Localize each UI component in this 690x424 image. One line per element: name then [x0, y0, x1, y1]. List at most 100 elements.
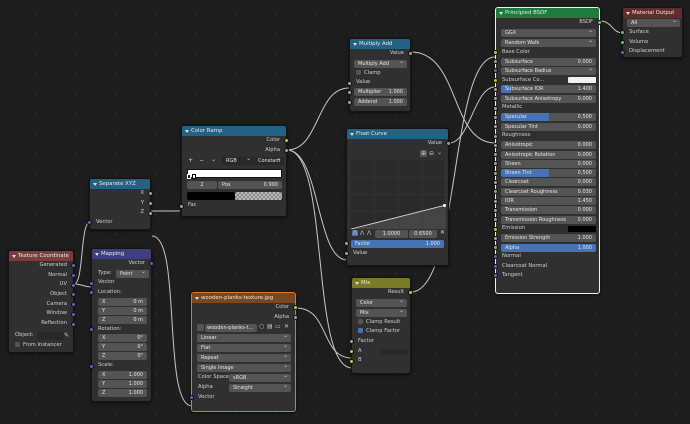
clamp-row[interactable]: Clamp: [350, 69, 410, 79]
input-field[interactable]: Sheen 0.000: [501, 159, 596, 168]
material-output-node[interactable]: Material Output All Surface Volume Displ…: [620, 7, 683, 58]
input-field[interactable]: Specular Tint 0.000: [501, 122, 596, 131]
socket[interactable]: [347, 90, 352, 96]
socket[interactable]: [493, 170, 498, 176]
new-image-icon[interactable]: ▤: [267, 323, 273, 330]
socket[interactable]: [493, 189, 498, 195]
from-instancer-checkbox[interactable]: [15, 341, 20, 347]
socket[interactable]: [87, 220, 92, 226]
source-dropdown[interactable]: Single Image: [197, 364, 291, 373]
socket[interactable]: [148, 191, 153, 197]
socket[interactable]: [493, 273, 498, 278]
socket[interactable]: [89, 290, 94, 296]
socket[interactable]: [149, 261, 154, 267]
socket[interactable]: [620, 49, 625, 55]
input-field[interactable]: Transmission 0.000: [501, 206, 596, 215]
operation-dropdown[interactable]: Multiply Add: [354, 59, 407, 68]
input-field[interactable]: Clearcoat Roughness 0.030: [501, 187, 596, 196]
socket[interactable]: [344, 251, 349, 257]
socket[interactable]: [493, 142, 498, 148]
socket[interactable]: [493, 49, 498, 55]
stop-pos-field[interactable]: Pos 0.900: [218, 181, 282, 190]
socket[interactable]: [347, 80, 352, 86]
socket[interactable]: [493, 152, 498, 158]
stop-color-swatch[interactable]: [187, 192, 235, 201]
rotation-x[interactable]: X 0°: [98, 334, 147, 343]
socket[interactable]: [349, 358, 354, 364]
delete-point-icon[interactable]: ✕: [440, 229, 445, 236]
socket[interactable]: [493, 124, 498, 130]
input-field[interactable]: Transmission Roughness 0.000: [501, 215, 596, 224]
float-curve-node[interactable]: Float Curve Value ⊕ ⊖ ⌄ ⋀ ⋀ ⋀ 1.0000 0.6…: [344, 128, 451, 266]
fake-user-icon[interactable]: ○: [259, 323, 264, 330]
socket[interactable]: [344, 240, 349, 246]
clamp-checkbox[interactable]: [356, 69, 361, 75]
socket[interactable]: [493, 226, 498, 232]
a-color-swatch[interactable]: [380, 348, 407, 355]
remove-stop-button[interactable]: −: [199, 157, 204, 164]
point-y-field[interactable]: 0.6500: [409, 229, 437, 238]
vector-handle-icon[interactable]: ⋀: [352, 229, 359, 236]
socket[interactable]: [148, 201, 153, 207]
input-field[interactable]: Emission Strength 1.000: [501, 234, 596, 243]
socket[interactable]: [493, 59, 498, 65]
input-field[interactable]: Specular 0.500: [501, 113, 596, 122]
open-image-icon[interactable]: ▭: [275, 323, 281, 330]
socket[interactable]: [620, 40, 625, 46]
socket[interactable]: [408, 51, 413, 57]
input-field[interactable]: Sheen Tint 0.500: [501, 169, 596, 178]
clamp-factor-checkbox[interactable]: [358, 328, 363, 334]
location-z[interactable]: Z0 m: [98, 315, 147, 324]
input-field[interactable]: Alpha 1.000: [501, 243, 596, 252]
input-field[interactable]: Subsurface Anisotropy 0.000: [501, 94, 596, 103]
separate-xyz-node[interactable]: Separate XYZ X Y Z Vector: [87, 178, 153, 230]
image-name-field[interactable]: wooden-planks-t...: [205, 324, 257, 333]
socket[interactable]: [620, 30, 625, 36]
factor-field[interactable]: Factor 1.000: [351, 239, 444, 248]
subsurface-method-dropdown[interactable]: Random Walk: [501, 38, 596, 47]
type-dropdown[interactable]: Point: [116, 269, 149, 278]
zoom-out-icon[interactable]: ⊖: [429, 150, 434, 157]
input-field[interactable]: Subsurface 0.000: [501, 57, 596, 66]
clamp-result-checkbox[interactable]: [358, 318, 363, 324]
point-x-field[interactable]: 1.0000: [375, 229, 408, 238]
socket[interactable]: [89, 280, 94, 286]
clamp-result-row[interactable]: Clamp Result: [352, 318, 410, 328]
curve-menu-icon[interactable]: ⌄: [437, 149, 442, 156]
from-instancer-row[interactable]: From Instancer: [9, 341, 73, 351]
multiply-add-node[interactable]: Multiply Add Value Multiply Add Clamp Va…: [347, 38, 413, 112]
socket[interactable]: [493, 245, 498, 251]
input-dropdown[interactable]: Subsurface Radius: [501, 66, 596, 75]
stop-index-field[interactable]: 2: [187, 181, 217, 190]
distribution-dropdown[interactable]: GGX: [501, 28, 596, 37]
stop-alpha-swatch[interactable]: [235, 192, 282, 201]
socket[interactable]: [408, 290, 413, 296]
eyedropper-icon[interactable]: ✎: [64, 331, 69, 341]
location-y[interactable]: Y0 m: [98, 306, 147, 315]
node-title[interactable]: Texture Coordinate: [9, 251, 73, 261]
socket[interactable]: [493, 263, 498, 269]
socket[interactable]: [179, 203, 184, 209]
socket[interactable]: [597, 20, 602, 26]
add-stop-button[interactable]: +: [188, 157, 193, 164]
socket[interactable]: [293, 305, 298, 311]
socket[interactable]: [89, 327, 94, 333]
clamped-handle-icon[interactable]: ⋀: [367, 230, 371, 236]
socket[interactable]: [293, 315, 298, 321]
socket[interactable]: [349, 339, 354, 345]
socket[interactable]: [71, 263, 76, 269]
node-title[interactable]: wooden-planks-texture.jpg: [192, 293, 295, 303]
data-type-dropdown[interactable]: Color: [356, 298, 407, 307]
socket[interactable]: [189, 395, 194, 401]
socket[interactable]: [493, 217, 498, 223]
socket[interactable]: [493, 77, 498, 83]
socket[interactable]: [493, 161, 498, 167]
socket[interactable]: [71, 273, 76, 279]
zoom-in-icon[interactable]: ⊕: [419, 149, 427, 157]
socket[interactable]: [493, 207, 498, 213]
socket[interactable]: [71, 311, 76, 317]
node-title[interactable]: Float Curve: [347, 129, 448, 139]
ramp-menu-button[interactable]: ⌄: [211, 156, 216, 163]
extension-dropdown[interactable]: Repeat: [197, 354, 291, 363]
socket[interactable]: [347, 99, 352, 105]
